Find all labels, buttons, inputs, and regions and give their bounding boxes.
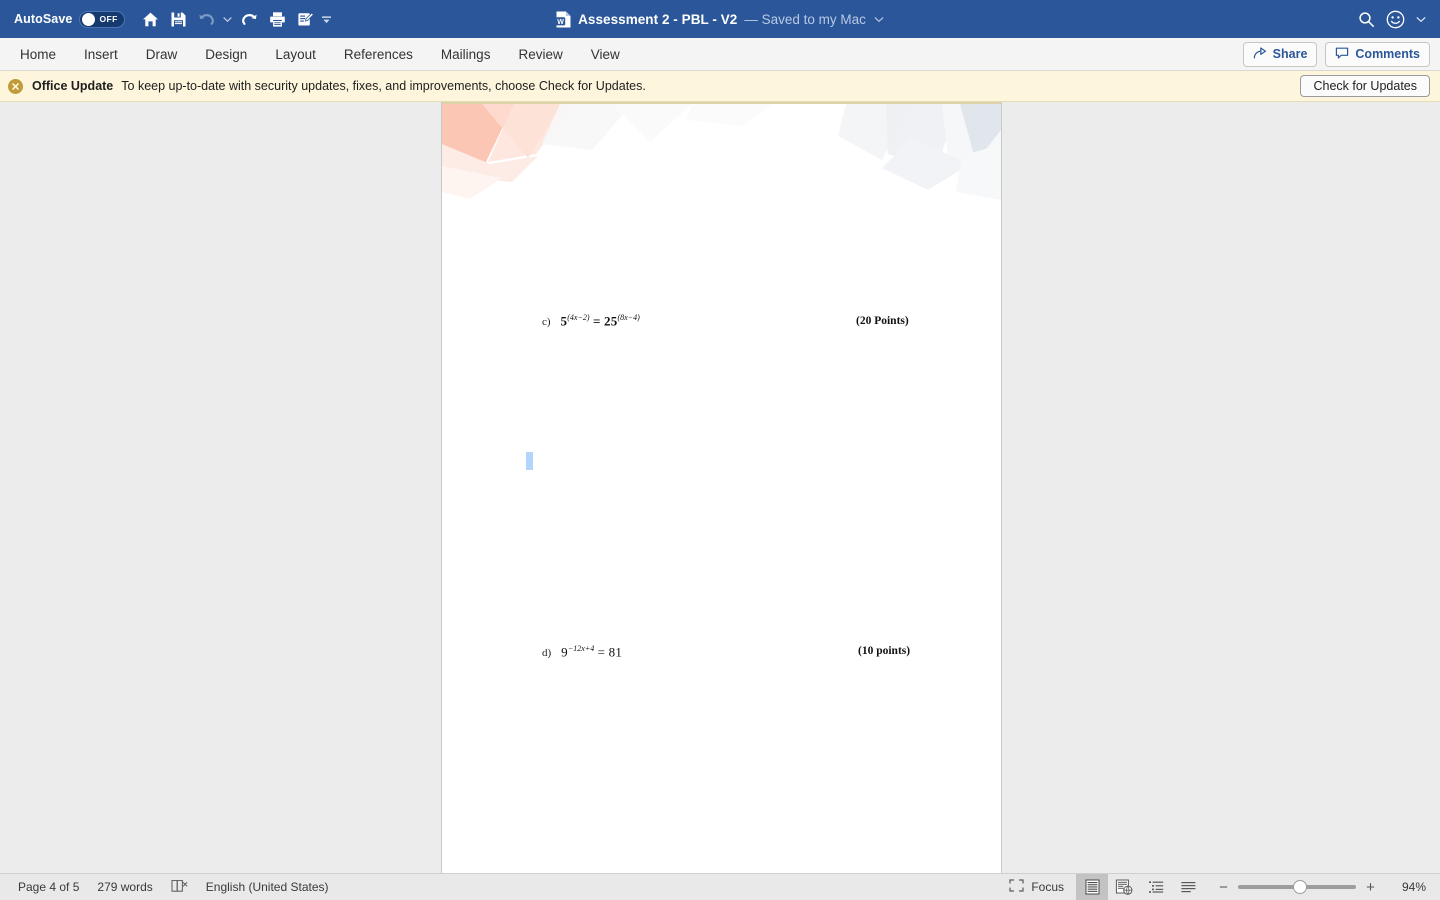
ribbon-tabs: Home Insert Draw Design Layout Reference…	[0, 43, 634, 66]
text-cursor-selection[interactable]	[526, 452, 533, 470]
document-save-status: — Saved to my Mac	[744, 11, 866, 27]
status-bar-right: Focus − + 94%	[997, 874, 1440, 900]
tab-draw[interactable]: Draw	[132, 43, 192, 66]
tab-references[interactable]: References	[330, 43, 427, 66]
search-icon[interactable]	[1358, 11, 1375, 28]
word-application-window: AutoSave OFF W Assessment 2 - PBL - V2 —…	[0, 0, 1440, 900]
question-equation-c: 5(4x−2) = 25(8x−4)	[560, 313, 640, 329]
status-bar: Page 4 of 5 279 words English (United St…	[0, 873, 1440, 900]
question-points-c: (20 Points)	[856, 315, 909, 327]
undo-dropdown-chevron-icon[interactable]	[221, 6, 234, 32]
notification-title: Office Update	[32, 79, 114, 93]
tab-mailings[interactable]: Mailings	[427, 43, 505, 66]
share-icon	[1253, 46, 1267, 63]
zoom-slider[interactable]	[1238, 880, 1356, 894]
word-count[interactable]: 279 words	[97, 880, 152, 894]
question-label-d: d)	[542, 647, 552, 660]
account-dropdown-chevron-icon[interactable]	[1416, 16, 1426, 23]
question-equation-d: 9−12x+4 = 81	[561, 644, 623, 660]
close-icon[interactable]	[8, 78, 23, 94]
draft-view-icon[interactable]	[1172, 874, 1204, 900]
print-icon[interactable]	[264, 6, 290, 32]
autosave-state-label: OFF	[99, 14, 118, 24]
tab-review[interactable]: Review	[504, 43, 576, 66]
focus-mode-button[interactable]: Focus	[997, 874, 1076, 900]
autosave-label: AutoSave	[14, 12, 73, 26]
page-header-decorative-graphic	[442, 102, 1001, 212]
title-dropdown-chevron-icon[interactable]	[874, 16, 884, 23]
office-update-notification-bar: Office Update To keep up-to-date with se…	[0, 71, 1440, 102]
print-layout-view-icon[interactable]	[1076, 874, 1108, 900]
zoom-out-button[interactable]: −	[1218, 880, 1229, 895]
notification-message: To keep up-to-date with security updates…	[121, 79, 646, 93]
quick-access-toolbar: AutoSave OFF	[0, 6, 333, 32]
zoom-control: − +	[1218, 880, 1376, 895]
autosave-toggle[interactable]: OFF	[79, 10, 126, 28]
zoom-level-value[interactable]: 94%	[1392, 880, 1426, 894]
home-icon[interactable]	[137, 6, 163, 32]
ribbon-tab-bar: Home Insert Draw Design Layout Reference…	[0, 38, 1440, 71]
tab-view[interactable]: View	[577, 43, 634, 66]
document-canvas[interactable]: c) 5(4x−2) = 25(8x−4) (20 Points) d) 9−1…	[0, 102, 1440, 873]
title-bar: AutoSave OFF W Assessment 2 - PBL - V2 —…	[0, 0, 1440, 38]
page-indicator[interactable]: Page 4 of 5	[18, 880, 79, 894]
zoom-slider-knob[interactable]	[1293, 880, 1307, 894]
language-indicator[interactable]: English (United States)	[206, 880, 329, 894]
quick-access-overflow-icon[interactable]	[320, 6, 333, 32]
title-bar-right-controls	[1358, 9, 1440, 30]
redo-icon[interactable]	[236, 6, 262, 32]
comment-bubble-icon	[1335, 46, 1349, 63]
proofing-status-icon[interactable]	[171, 879, 188, 896]
comments-label: Comments	[1355, 47, 1420, 61]
autosave-control[interactable]: AutoSave OFF	[14, 10, 126, 28]
share-button[interactable]: Share	[1242, 41, 1318, 67]
check-for-updates-button[interactable]: Check for Updates	[1300, 75, 1430, 97]
document-page[interactable]: c) 5(4x−2) = 25(8x−4) (20 Points) d) 9−1…	[441, 102, 1002, 873]
undo-icon[interactable]	[193, 6, 219, 32]
focus-label: Focus	[1031, 880, 1064, 894]
ribbon-right-actions: Share Comments	[1242, 41, 1440, 67]
document-title-group[interactable]: W Assessment 2 - PBL - V2 — Saved to my …	[556, 11, 884, 28]
edit-mode-icon[interactable]	[292, 6, 318, 32]
status-bar-left: Page 4 of 5 279 words English (United St…	[0, 879, 329, 896]
comments-button[interactable]: Comments	[1325, 41, 1430, 67]
question-item-d: d) 9−12x+4 = 81	[442, 644, 1001, 660]
tab-design[interactable]: Design	[191, 43, 261, 66]
web-layout-view-icon[interactable]	[1108, 874, 1140, 900]
save-icon[interactable]	[165, 6, 191, 32]
zoom-in-button[interactable]: +	[1365, 880, 1376, 895]
word-document-icon: W	[556, 11, 571, 28]
question-label-c: c)	[542, 316, 551, 329]
outline-view-icon[interactable]	[1140, 874, 1172, 900]
focus-icon	[1009, 879, 1024, 895]
share-label: Share	[1272, 47, 1308, 61]
question-points-d: (10 points)	[858, 645, 911, 657]
tab-home[interactable]: Home	[6, 43, 70, 66]
document-title: Assessment 2 - PBL - V2	[578, 11, 738, 27]
tab-layout[interactable]: Layout	[261, 43, 330, 66]
account-smiley-icon[interactable]	[1385, 9, 1406, 30]
question-item-c: c) 5(4x−2) = 25(8x−4)	[442, 313, 1001, 329]
tab-insert[interactable]: Insert	[70, 43, 132, 66]
svg-text:W: W	[557, 18, 564, 25]
autosave-toggle-knob	[82, 12, 96, 26]
